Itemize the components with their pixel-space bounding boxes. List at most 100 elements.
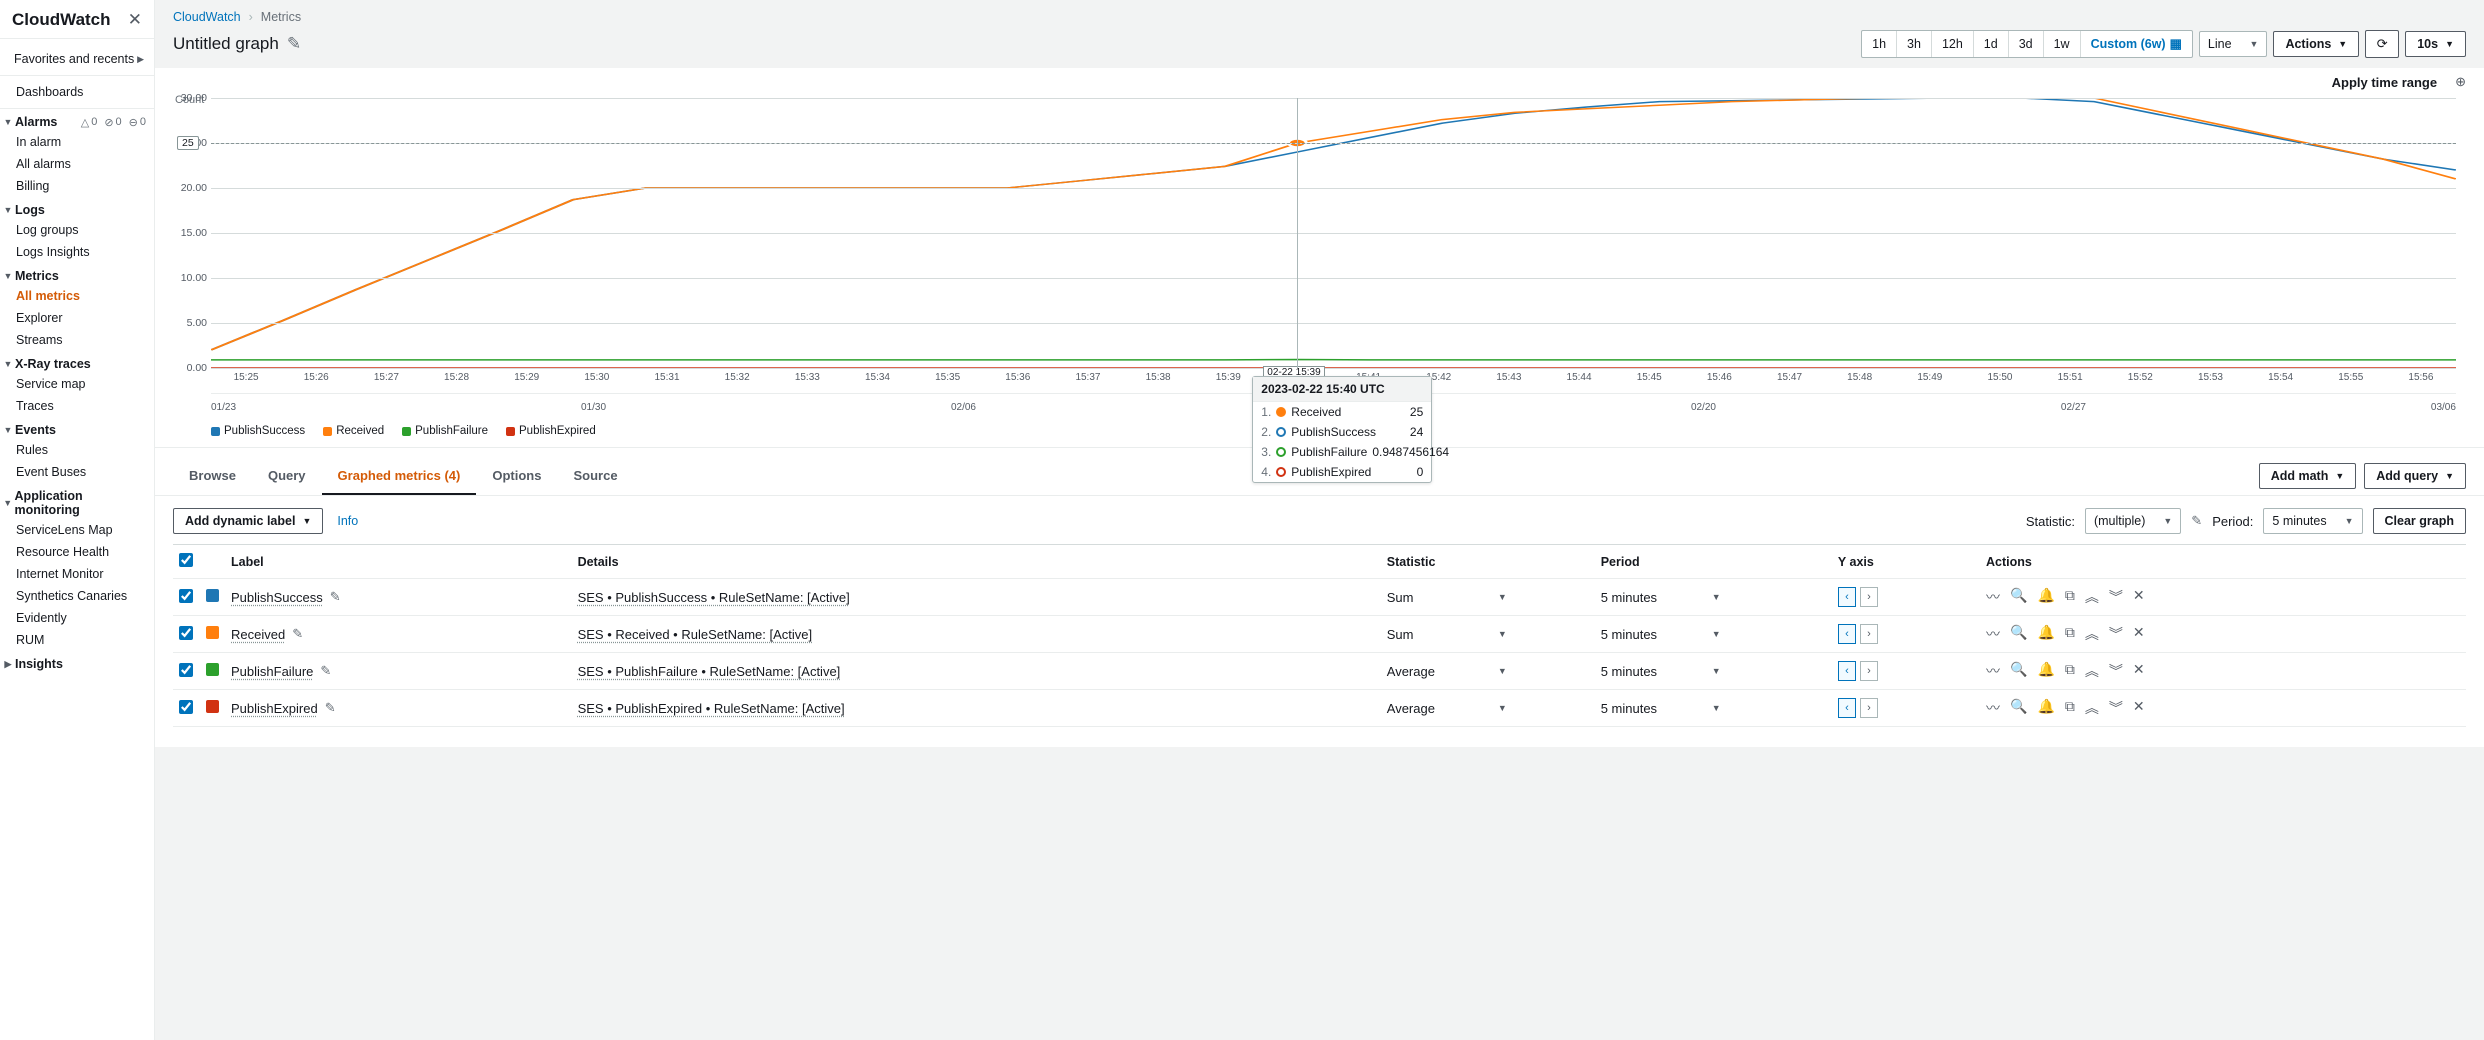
metric-details[interactable]: SES • PublishSuccess • RuleSetName: [Act…: [578, 590, 850, 605]
yaxis-left[interactable]: ‹: [1838, 661, 1856, 681]
bell-icon[interactable]: 🔔: [2037, 661, 2054, 681]
statistic-select[interactable]: (multiple)▼: [2085, 508, 2181, 534]
color-swatch[interactable]: [206, 626, 219, 639]
search-icon[interactable]: 🔍: [2010, 587, 2027, 607]
actions-button[interactable]: Actions▼: [2273, 31, 2359, 57]
sidebar-item-evidently[interactable]: Evidently: [0, 607, 154, 629]
statistic-cell[interactable]: Average▼: [1387, 664, 1507, 679]
color-swatch[interactable]: [206, 663, 219, 676]
sidebar-section-appmon[interactable]: ▼Application monitoring: [0, 483, 154, 519]
time-custom[interactable]: Custom (6w) ▦: [2081, 31, 2192, 57]
tab-browse[interactable]: Browse: [173, 458, 252, 495]
search-icon[interactable]: 🔍: [2010, 661, 2027, 681]
search-icon[interactable]: 🔍: [2010, 624, 2027, 644]
color-swatch[interactable]: [206, 700, 219, 713]
zoom-icon[interactable]: ⊕: [2455, 74, 2466, 90]
period-cell[interactable]: 5 minutes▼: [1601, 664, 1721, 679]
sidebar-section-events[interactable]: ▼Events: [0, 417, 154, 439]
refresh-interval-button[interactable]: 10s▼: [2405, 31, 2466, 57]
remove-icon[interactable]: ✕: [2133, 698, 2145, 718]
yaxis-left[interactable]: ‹: [1838, 587, 1856, 607]
legend-item[interactable]: Received: [323, 425, 384, 437]
stat-edit-icon[interactable]: ✎: [2191, 513, 2202, 529]
sidebar-item-servicelens[interactable]: ServiceLens Map: [0, 519, 154, 541]
refresh-button[interactable]: ⟳: [2365, 30, 2399, 58]
row-checkbox[interactable]: [179, 589, 193, 603]
yaxis-right[interactable]: ›: [1860, 624, 1878, 644]
sidebar-section-insights[interactable]: ▶Insights: [0, 651, 154, 673]
sidebar-item-service-map[interactable]: Service map: [0, 373, 154, 395]
legend-item[interactable]: PublishFailure: [402, 425, 488, 437]
edit-icon[interactable]: ✎: [292, 626, 303, 642]
tab-source[interactable]: Source: [557, 458, 633, 495]
pulse-icon[interactable]: 〰: [1986, 661, 2000, 681]
metric-label[interactable]: Received: [231, 627, 285, 642]
select-all-checkbox[interactable]: [179, 553, 193, 567]
sidebar-item-rum[interactable]: RUM: [0, 629, 154, 651]
period-cell[interactable]: 5 minutes▼: [1601, 701, 1721, 716]
copy-icon[interactable]: ⧉: [2065, 624, 2075, 644]
move-up-icon[interactable]: ︽: [2085, 698, 2099, 718]
metric-label[interactable]: PublishSuccess: [231, 590, 323, 605]
time-1h[interactable]: 1h: [1862, 31, 1897, 57]
bell-icon[interactable]: 🔔: [2037, 698, 2054, 718]
sidebar-item-event-buses[interactable]: Event Buses: [0, 461, 154, 483]
tab-query[interactable]: Query: [252, 458, 322, 495]
bell-icon[interactable]: 🔔: [2037, 587, 2054, 607]
close-icon[interactable]: ✕: [128, 10, 142, 30]
tab-options[interactable]: Options: [476, 458, 557, 495]
edit-icon[interactable]: ✎: [287, 34, 301, 54]
time-1d[interactable]: 1d: [1974, 31, 2009, 57]
remove-icon[interactable]: ✕: [2133, 624, 2145, 644]
pulse-icon[interactable]: 〰: [1986, 624, 2000, 644]
sidebar-item-billing[interactable]: Billing: [0, 175, 154, 197]
edit-icon[interactable]: ✎: [325, 700, 336, 716]
info-link[interactable]: Info: [337, 514, 358, 528]
statistic-cell[interactable]: Sum▼: [1387, 590, 1507, 605]
move-down-icon[interactable]: ︾: [2109, 587, 2123, 607]
row-checkbox[interactable]: [179, 700, 193, 714]
pulse-icon[interactable]: 〰: [1986, 698, 2000, 718]
sidebar-section-alarms[interactable]: ▼ Alarms △0 ⊘0 ⊖0: [0, 109, 154, 131]
legend-item[interactable]: PublishExpired: [506, 425, 596, 437]
sidebar-item-traces[interactable]: Traces: [0, 395, 154, 417]
add-math-button[interactable]: Add math▼: [2259, 463, 2357, 489]
sidebar-item-all-alarms[interactable]: All alarms: [0, 153, 154, 175]
move-up-icon[interactable]: ︽: [2085, 624, 2099, 644]
time-12h[interactable]: 12h: [1932, 31, 1974, 57]
metric-details[interactable]: SES • PublishFailure • RuleSetName: [Act…: [578, 664, 841, 679]
move-down-icon[interactable]: ︾: [2109, 624, 2123, 644]
metric-details[interactable]: SES • Received • RuleSetName: [Active]: [578, 627, 813, 642]
copy-icon[interactable]: ⧉: [2065, 587, 2075, 607]
sidebar-section-logs[interactable]: ▼Logs: [0, 197, 154, 219]
sidebar-item-synthetics[interactable]: Synthetics Canaries: [0, 585, 154, 607]
move-up-icon[interactable]: ︽: [2085, 661, 2099, 681]
edit-icon[interactable]: ✎: [330, 589, 341, 605]
yaxis-right[interactable]: ›: [1860, 587, 1878, 607]
time-3h[interactable]: 3h: [1897, 31, 1932, 57]
sidebar-item-logs-insights[interactable]: Logs Insights: [0, 241, 154, 263]
yaxis-right[interactable]: ›: [1860, 698, 1878, 718]
statistic-cell[interactable]: Sum▼: [1387, 627, 1507, 642]
edit-icon[interactable]: ✎: [320, 663, 331, 679]
sidebar-favorites[interactable]: Favorites and recents ▶: [0, 43, 154, 75]
sidebar-item-internet-monitor[interactable]: Internet Monitor: [0, 563, 154, 585]
sidebar-item-log-groups[interactable]: Log groups: [0, 219, 154, 241]
statistic-cell[interactable]: Average▼: [1387, 701, 1507, 716]
period-cell[interactable]: 5 minutes▼: [1601, 627, 1721, 642]
metric-label[interactable]: PublishFailure: [231, 664, 313, 679]
time-3d[interactable]: 3d: [2009, 31, 2044, 57]
time-1w[interactable]: 1w: [2044, 31, 2081, 57]
sidebar-section-xray[interactable]: ▼X-Ray traces: [0, 351, 154, 373]
color-swatch[interactable]: [206, 589, 219, 602]
tab-graphed-metrics-[interactable]: Graphed metrics (4): [322, 458, 477, 495]
sidebar-item-explorer[interactable]: Explorer: [0, 307, 154, 329]
row-checkbox[interactable]: [179, 626, 193, 640]
add-query-button[interactable]: Add query▼: [2364, 463, 2466, 489]
yaxis-left[interactable]: ‹: [1838, 624, 1856, 644]
sidebar-item-all-metrics[interactable]: All metrics: [0, 285, 154, 307]
copy-icon[interactable]: ⧉: [2065, 661, 2075, 681]
clear-graph-button[interactable]: Clear graph: [2373, 508, 2466, 534]
metric-details[interactable]: SES • PublishExpired • RuleSetName: [Act…: [578, 701, 845, 716]
legend-item[interactable]: PublishSuccess: [211, 425, 305, 437]
